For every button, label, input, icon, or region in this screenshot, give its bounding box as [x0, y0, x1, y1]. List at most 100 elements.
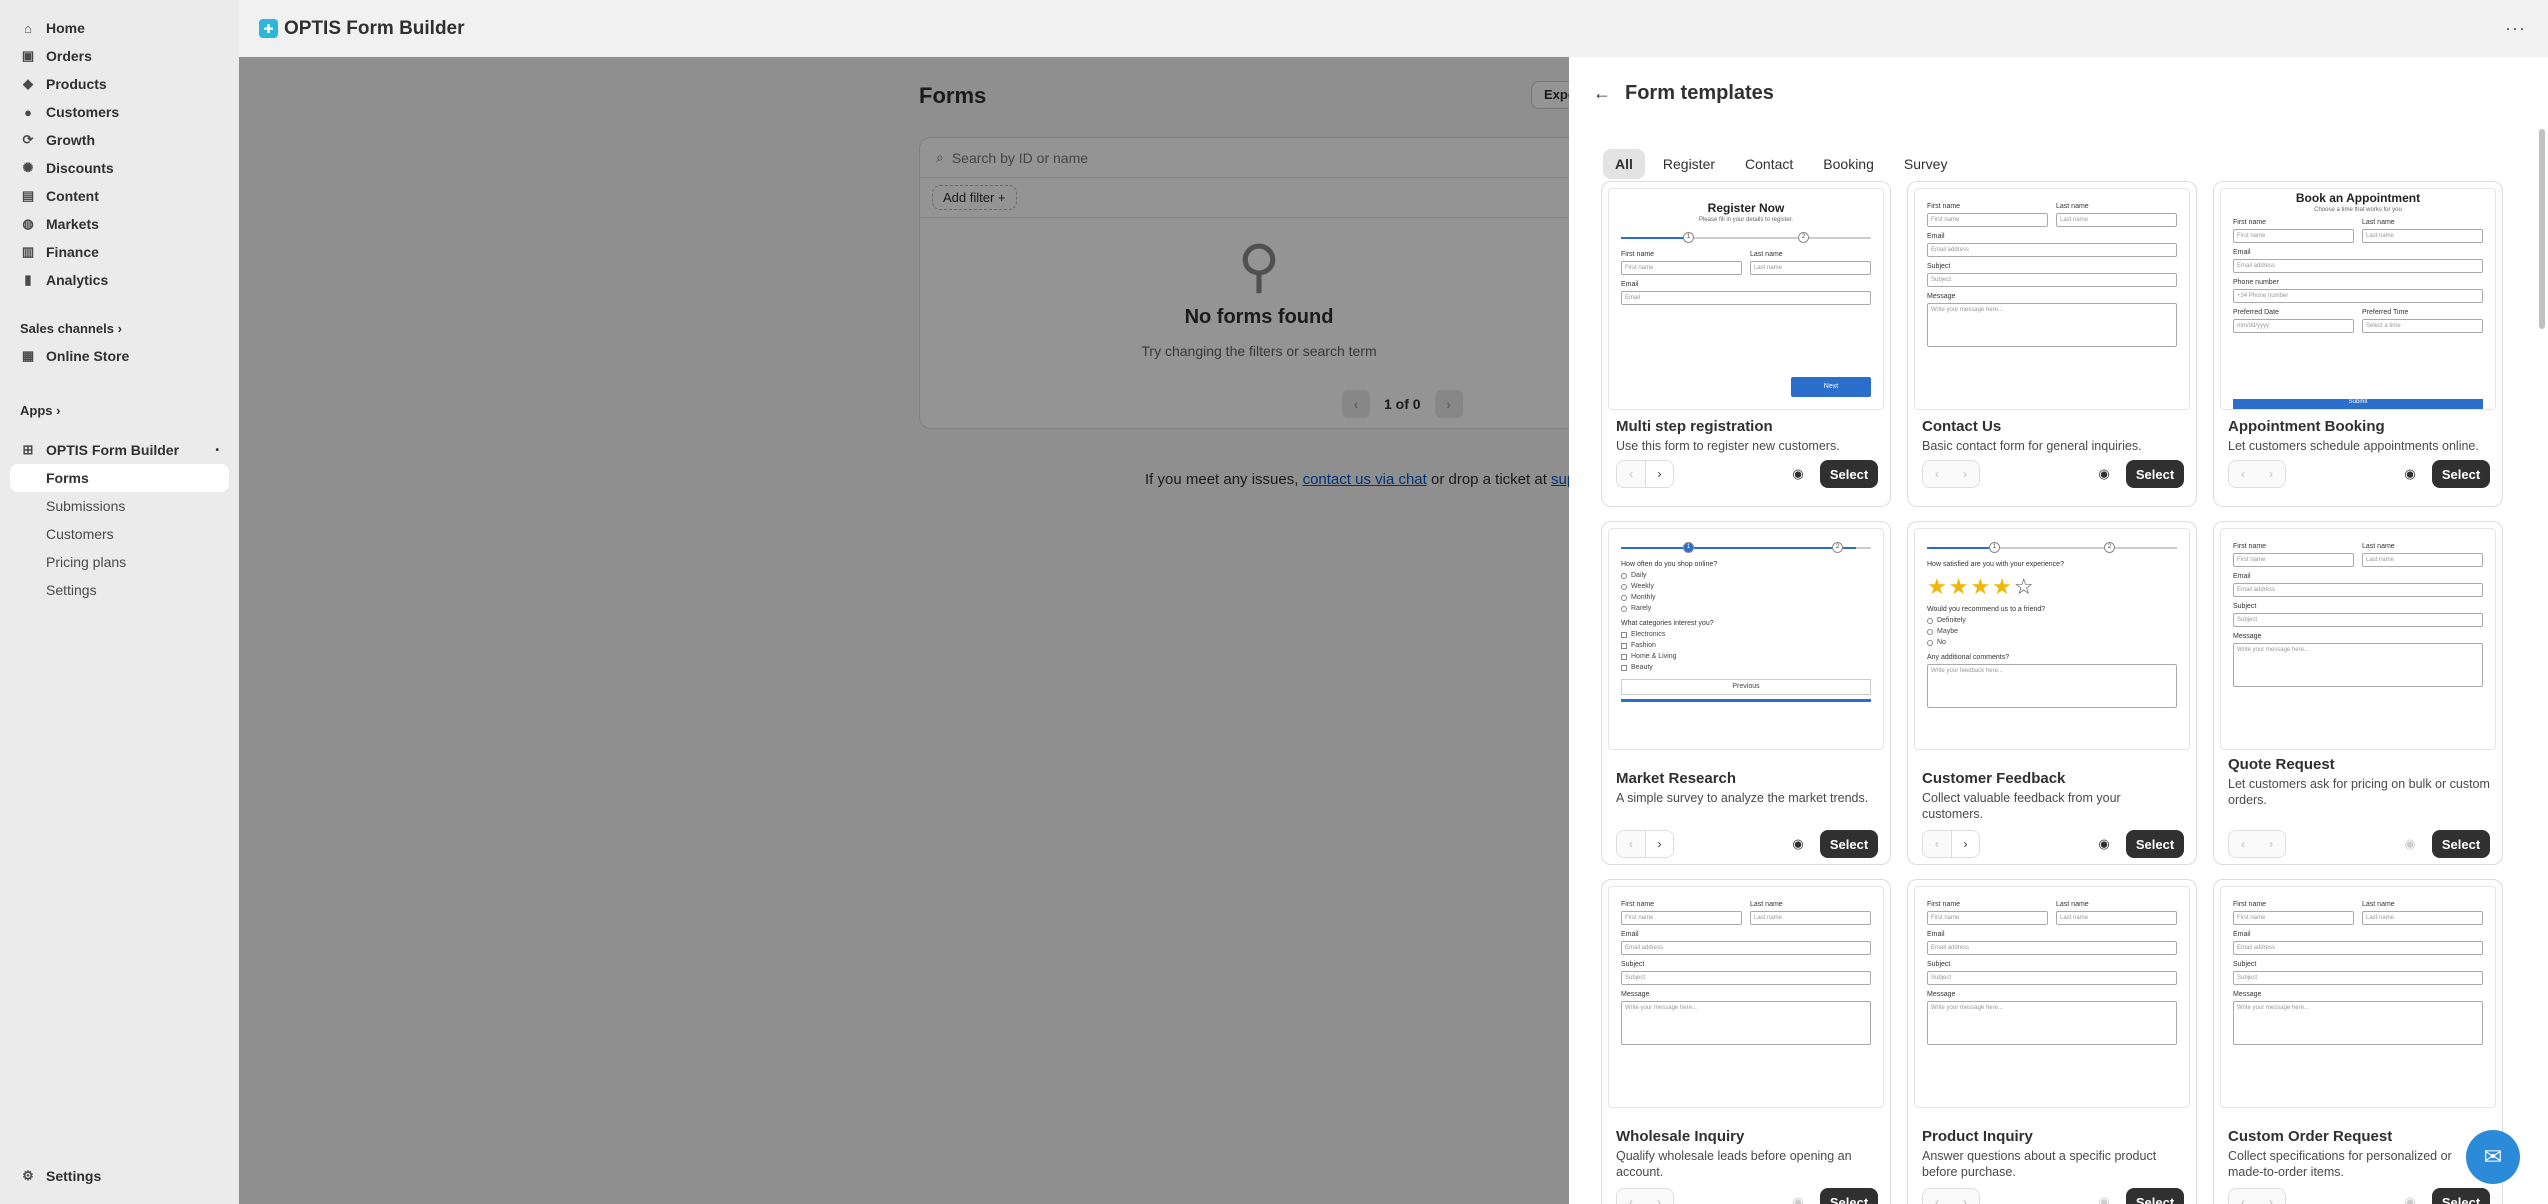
- tab-contact[interactable]: Contact: [1733, 149, 1805, 179]
- select-template-button[interactable]: Select: [2126, 830, 2184, 858]
- select-template-button[interactable]: Select: [1820, 830, 1878, 858]
- select-template-button[interactable]: Select: [1820, 1188, 1878, 1204]
- preview-next-button[interactable]: ›: [1645, 461, 1673, 487]
- preview-prev-button[interactable]: ‹: [2229, 831, 2257, 857]
- preview-eye-icon[interactable]: ◉: [2396, 1189, 2424, 1204]
- template-preview[interactable]: First name First name Last name Last name Em…: [2220, 528, 2496, 750]
- sidebar-item-settings[interactable]: ⚙ Settings: [10, 1162, 229, 1190]
- template-card-product-inquiry[interactable]: First name First name Last name Last name Em…: [1907, 879, 2197, 1204]
- preview-eye-icon[interactable]: ◉: [1784, 461, 1812, 487]
- sidebar-item-home[interactable]: ⌂ Home: [10, 14, 229, 42]
- preview-input: Select a time: [2362, 319, 2483, 333]
- sidebar-item-orders[interactable]: ▣ Orders: [10, 42, 229, 70]
- scrollbar[interactable]: [2539, 129, 2545, 329]
- modal-backdrop[interactable]: [239, 57, 1569, 1204]
- preview-next-button[interactable]: ›: [1951, 461, 1979, 487]
- sidebar-item-customers[interactable]: ● Customers: [10, 98, 229, 126]
- preview-prev-button[interactable]: ‹: [2229, 461, 2257, 487]
- tab-survey[interactable]: Survey: [1892, 149, 1960, 179]
- template-card-wholesale-inquiry[interactable]: First name First name Last name Last name Em…: [1601, 879, 1891, 1204]
- sidebar-item-content[interactable]: ▤ Content: [10, 182, 229, 210]
- preview-question: How satisfied are you with your experien…: [1927, 561, 2064, 568]
- sidebar-item-products[interactable]: ◆ Products: [10, 70, 229, 98]
- template-preview[interactable]: Book an Appointment Choose a time that wo…: [2220, 188, 2496, 410]
- preview-stepper: 12: [1621, 541, 1871, 555]
- preview-eye-icon[interactable]: ◉: [2090, 461, 2118, 487]
- preview-prev-button[interactable]: ‹: [1617, 1189, 1645, 1204]
- preview-input: First name: [1927, 911, 2048, 925]
- sidebar-sub-forms[interactable]: Forms: [10, 464, 229, 492]
- chat-bubble-icon[interactable]: ✉: [2466, 1130, 2520, 1184]
- template-name: Market Research: [1616, 770, 1737, 787]
- preview-eye-icon[interactable]: ◉: [2396, 831, 2424, 857]
- preview-prev-button[interactable]: ‹: [1923, 461, 1951, 487]
- tab-all[interactable]: All: [1603, 149, 1645, 179]
- preview-label: First name: [2233, 543, 2267, 550]
- sidebar-sub-pricing-plans[interactable]: Pricing plans: [10, 548, 229, 576]
- sidebar-sub-submissions[interactable]: Submissions: [10, 492, 229, 520]
- sidebar-item-markets[interactable]: ◍ Markets: [10, 210, 229, 238]
- template-description: Answer questions about a specific produc…: [1922, 1149, 2157, 1179]
- pin-icon[interactable]: •: [215, 445, 219, 456]
- select-template-button[interactable]: Select: [1820, 460, 1878, 488]
- template-card-market-research[interactable]: 12 How often do you shop online? Daily We…: [1601, 521, 1891, 865]
- sidebar-item-finance[interactable]: ▥ Finance: [10, 238, 229, 266]
- preview-next-button[interactable]: ›: [1951, 1189, 1979, 1204]
- template-card-custom-order-request[interactable]: First name First name Last name Last name Em…: [2213, 879, 2503, 1204]
- sidebar-item-discounts[interactable]: ✺ Discounts: [10, 154, 229, 182]
- preview-next-button[interactable]: ›: [1951, 831, 1979, 857]
- preview-next-button[interactable]: ›: [1645, 831, 1673, 857]
- preview-prev-button[interactable]: ‹: [2229, 1189, 2257, 1204]
- preview-next-button[interactable]: ›: [1645, 1189, 1673, 1204]
- sales-channels-label[interactable]: Sales channels ›: [10, 314, 229, 342]
- tab-booking[interactable]: Booking: [1811, 149, 1886, 179]
- tab-register[interactable]: Register: [1651, 149, 1727, 179]
- preview-radio: Daily: [1621, 572, 1871, 579]
- template-preview[interactable]: First name First name Last name Last name Em…: [1914, 188, 2190, 410]
- template-card-contact-us[interactable]: First name First name Last name Last name Em…: [1907, 181, 2197, 507]
- preview-prev-button[interactable]: ‹: [1923, 831, 1951, 857]
- preview-input: Last name: [2362, 229, 2483, 243]
- preview-eye-icon[interactable]: ◉: [1784, 1189, 1812, 1204]
- store-icon: ▦: [21, 348, 35, 363]
- template-preview[interactable]: First name First name Last name Last name Em…: [1914, 886, 2190, 1108]
- preview-next-button[interactable]: ›: [2257, 831, 2285, 857]
- sidebar-item-analytics[interactable]: ▮ Analytics: [10, 266, 229, 294]
- sidebar-sub-customers[interactable]: Customers: [10, 520, 229, 548]
- preview-label: Message: [1927, 991, 1956, 998]
- template-preview[interactable]: First name First name Last name Last name Em…: [2220, 886, 2496, 1108]
- select-template-button[interactable]: Select: [2126, 460, 2184, 488]
- preview-eye-icon[interactable]: ◉: [1784, 831, 1812, 857]
- select-template-button[interactable]: Select: [2126, 1188, 2184, 1204]
- sidebar-item-growth[interactable]: ⟳ Growth: [10, 126, 229, 154]
- preview-label: Last name: [1750, 251, 1783, 258]
- preview-stepper: 12: [1927, 541, 2177, 555]
- preview-eye-icon[interactable]: ◉: [2090, 831, 2118, 857]
- select-template-button[interactable]: Select: [2432, 1188, 2490, 1204]
- preview-eye-icon[interactable]: ◉: [2396, 461, 2424, 487]
- apps-label[interactable]: Apps ›: [10, 396, 229, 424]
- template-preview[interactable]: 12 How often do you shop online? Daily We…: [1608, 528, 1884, 750]
- preview-prev-button[interactable]: ‹: [1923, 1189, 1951, 1204]
- template-preview[interactable]: 12 How satisfied are you with your exper…: [1914, 528, 2190, 750]
- template-preview[interactable]: First name First name Last name Last name Em…: [1608, 886, 1884, 1108]
- template-card-customer-feedback[interactable]: 12 How satisfied are you with your exper…: [1907, 521, 2197, 865]
- preview-eye-icon[interactable]: ◉: [2090, 1189, 2118, 1204]
- back-arrow-icon[interactable]: ←: [1593, 83, 1611, 104]
- preview-input: Subject: [2233, 971, 2483, 985]
- preview-prev-button[interactable]: ‹: [1617, 831, 1645, 857]
- more-actions-icon[interactable]: ···: [2505, 18, 2526, 39]
- preview-prev-button[interactable]: ‹: [1617, 461, 1645, 487]
- select-template-button[interactable]: Select: [2432, 460, 2490, 488]
- sidebar-item-app[interactable]: ⊞ OPTIS Form Builder •: [10, 436, 229, 464]
- template-card-multi-step-registration[interactable]: Register Now Please fill in your details …: [1601, 181, 1891, 507]
- preview-next-button[interactable]: ›: [2257, 461, 2285, 487]
- template-preview[interactable]: Register Now Please fill in your details …: [1608, 188, 1884, 410]
- preview-next-button[interactable]: ›: [2257, 1189, 2285, 1204]
- select-template-button[interactable]: Select: [2432, 830, 2490, 858]
- preview-input: Email address: [1927, 941, 2177, 955]
- sidebar-item-online-store[interactable]: ▦ Online Store: [10, 342, 229, 370]
- template-card-appointment-booking[interactable]: Book an Appointment Choose a time that wo…: [2213, 181, 2503, 507]
- sidebar-sub-settings[interactable]: Settings: [10, 576, 229, 604]
- template-card-quote-request[interactable]: First name First name Last name Last name Em…: [2213, 521, 2503, 865]
